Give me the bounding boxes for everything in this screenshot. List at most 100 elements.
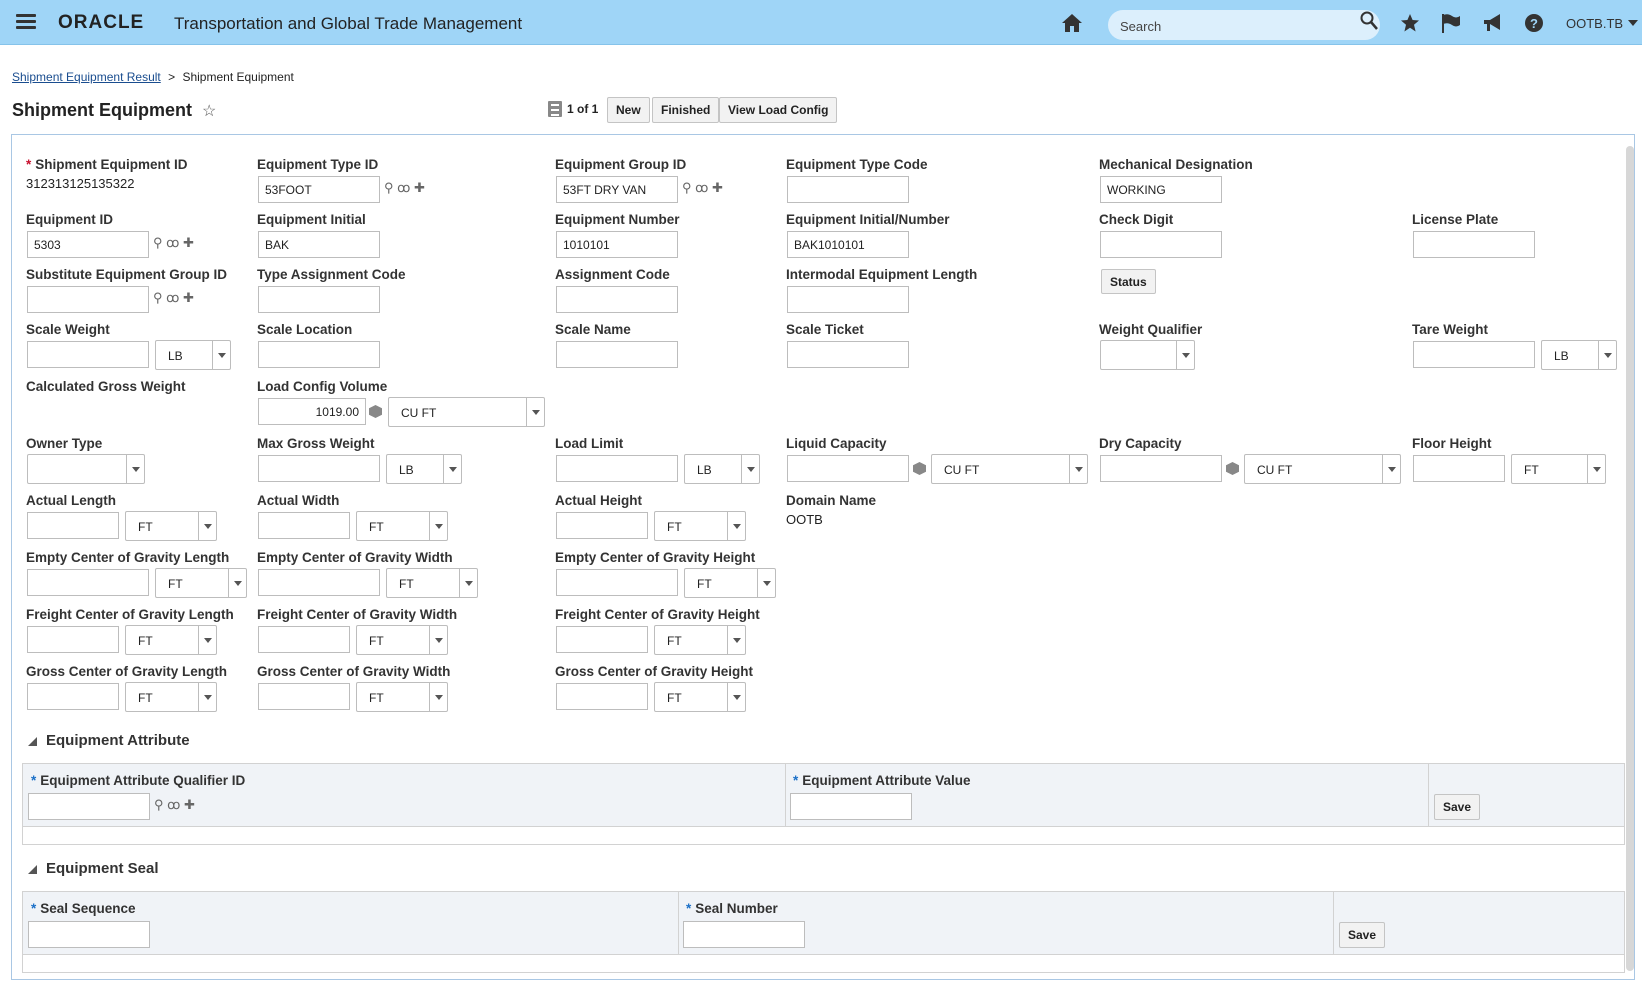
menu-icon[interactable] — [16, 14, 36, 30]
scale-location-input[interactable] — [258, 341, 380, 368]
chevron-down-icon[interactable] — [212, 341, 230, 369]
freight-cog-height-unit-select[interactable]: FT — [654, 625, 746, 655]
add-icon[interactable]: ✚ — [712, 180, 723, 195]
lookup-icon[interactable]: ⚲ — [682, 180, 692, 195]
chevron-down-icon[interactable] — [727, 512, 745, 540]
seal-number-input[interactable] — [683, 921, 805, 948]
chevron-down-icon[interactable] — [741, 455, 759, 483]
freight-cog-height-input[interactable] — [556, 626, 648, 653]
chevron-down-icon[interactable] — [459, 569, 477, 597]
equipment-attribute-qualifier-id-input[interactable] — [28, 793, 150, 820]
mechanical-designation-input[interactable]: WORKING — [1100, 176, 1222, 203]
actual-height-unit-select[interactable]: FT — [654, 511, 746, 541]
help-icon[interactable]: ? — [1524, 13, 1544, 33]
scale-ticket-input[interactable] — [787, 341, 909, 368]
view-icon[interactable]: ꝏ — [695, 180, 708, 195]
tare-weight-unit-select[interactable]: LB — [1541, 340, 1617, 370]
equipment-type-id-input[interactable]: 53FOOT — [258, 176, 380, 203]
load-config-volume-input[interactable]: 1019.00 — [258, 398, 366, 425]
tare-weight-input[interactable] — [1413, 341, 1535, 368]
vertical-scrollbar[interactable] — [1626, 146, 1634, 971]
search-input[interactable]: Search — [1108, 10, 1380, 40]
actual-width-input[interactable] — [258, 512, 350, 539]
equipment-id-input[interactable]: 5303 — [27, 231, 149, 258]
caret-down-icon[interactable] — [1628, 20, 1638, 26]
load-limit-input[interactable] — [556, 455, 678, 482]
chevron-down-icon[interactable] — [757, 569, 775, 597]
empty-cog-width-input[interactable] — [258, 569, 380, 596]
substitute-equipment-group-id-input[interactable] — [27, 286, 149, 313]
lookup-icon[interactable]: ⚲ — [154, 797, 164, 812]
chevron-down-icon[interactable] — [443, 455, 461, 483]
gross-cog-length-input[interactable] — [27, 683, 119, 710]
add-icon[interactable]: ✚ — [183, 290, 194, 305]
chevron-down-icon[interactable] — [198, 683, 216, 711]
chevron-down-icon[interactable] — [1176, 341, 1194, 369]
flag-icon[interactable] — [1440, 12, 1462, 34]
search-icon[interactable] — [1360, 11, 1378, 31]
license-plate-input[interactable] — [1413, 231, 1535, 258]
chevron-down-icon[interactable] — [1382, 455, 1400, 483]
chevron-down-icon[interactable] — [1069, 455, 1087, 483]
freight-cog-width-unit-select[interactable]: FT — [356, 625, 448, 655]
collapse-triangle-icon[interactable] — [28, 865, 37, 874]
empty-cog-height-unit-select[interactable]: FT — [684, 568, 776, 598]
equipment-initial-number-input[interactable]: BAK1010101 — [787, 231, 909, 258]
floor-height-input[interactable] — [1413, 455, 1505, 482]
equipment-attribute-save-button[interactable]: Save — [1434, 794, 1481, 820]
empty-cog-length-input[interactable] — [27, 569, 149, 596]
view-load-config-button[interactable]: View Load Config — [719, 97, 838, 123]
seal-sequence-input[interactable] — [28, 921, 150, 948]
load-limit-unit-select[interactable]: LB — [684, 454, 760, 484]
add-icon[interactable]: ✚ — [414, 180, 425, 195]
add-icon[interactable]: ✚ — [184, 797, 195, 812]
lookup-icon[interactable]: ⚲ — [153, 235, 163, 250]
scale-weight-unit-select[interactable]: LB — [155, 340, 231, 370]
equipment-number-input[interactable]: 1010101 — [556, 231, 678, 258]
freight-cog-length-input[interactable] — [27, 626, 119, 653]
scale-weight-input[interactable] — [27, 341, 149, 368]
actual-height-input[interactable] — [556, 512, 648, 539]
actual-width-unit-select[interactable]: FT — [356, 511, 448, 541]
equipment-initial-input[interactable]: BAK — [258, 231, 380, 258]
scale-name-input[interactable] — [556, 341, 678, 368]
chevron-down-icon[interactable] — [429, 512, 447, 540]
user-menu[interactable]: OOTB.TB — [1566, 16, 1623, 31]
floor-height-unit-select[interactable]: FT — [1511, 454, 1606, 484]
chevron-down-icon[interactable] — [1587, 455, 1605, 483]
empty-cog-length-unit-select[interactable]: FT — [155, 568, 247, 598]
megaphone-icon[interactable] — [1482, 13, 1504, 33]
weight-qualifier-select[interactable] — [1100, 340, 1195, 370]
assignment-code-input[interactable] — [556, 286, 678, 313]
add-icon[interactable]: ✚ — [183, 235, 194, 250]
chevron-down-icon[interactable] — [429, 626, 447, 654]
chevron-down-icon[interactable] — [198, 512, 216, 540]
equipment-group-id-input[interactable]: 53FT DRY VAN — [556, 176, 678, 203]
chevron-down-icon[interactable] — [727, 683, 745, 711]
empty-cog-height-input[interactable] — [556, 569, 678, 596]
home-icon[interactable] — [1061, 13, 1083, 33]
check-digit-input[interactable] — [1100, 231, 1222, 258]
chevron-down-icon[interactable] — [126, 455, 144, 483]
equipment-attribute-value-input[interactable] — [790, 793, 912, 820]
empty-cog-width-unit-select[interactable]: FT — [386, 568, 478, 598]
freight-cog-width-input[interactable] — [258, 626, 350, 653]
max-gross-weight-input[interactable] — [258, 455, 380, 482]
chevron-down-icon[interactable] — [198, 626, 216, 654]
chevron-down-icon[interactable] — [727, 626, 745, 654]
view-icon[interactable]: ꝏ — [167, 797, 180, 812]
max-gross-weight-unit-select[interactable]: LB — [386, 454, 462, 484]
chevron-down-icon[interactable] — [1598, 341, 1616, 369]
freight-cog-length-unit-select[interactable]: FT — [125, 625, 217, 655]
breadcrumb-link[interactable]: Shipment Equipment Result — [12, 70, 161, 84]
gross-cog-width-unit-select[interactable]: FT — [356, 682, 448, 712]
liquid-capacity-unit-select[interactable]: CU FT — [931, 454, 1088, 484]
chevron-down-icon[interactable] — [526, 398, 544, 426]
view-icon[interactable]: ꝏ — [166, 235, 179, 250]
chevron-down-icon[interactable] — [429, 683, 447, 711]
gross-cog-width-input[interactable] — [258, 683, 350, 710]
favorites-star-icon[interactable] — [1400, 13, 1420, 33]
favorite-star-icon[interactable]: ☆ — [202, 101, 216, 121]
view-icon[interactable]: ꝏ — [397, 180, 410, 195]
equipment-type-code-input[interactable] — [787, 176, 909, 203]
